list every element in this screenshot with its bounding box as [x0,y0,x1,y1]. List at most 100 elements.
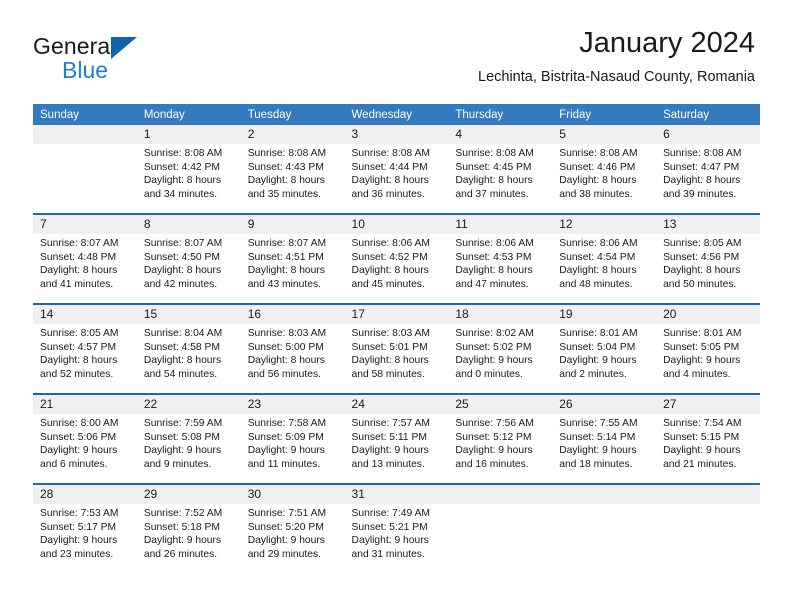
calendar-day-cell[interactable]: 2 Sunrise: 8:08 AM Sunset: 4:43 PM Daylight… [240,125,345,214]
calendar-day-cell[interactable]: 5 Sunrise: 8:08 AM Sunset: 4:46 PM Daylight… [552,125,657,214]
weekday-header-monday: Monday [136,104,241,125]
calendar-day-cell[interactable]: 1 Sunrise: 8:08 AM Sunset: 4:42 PM Daylight… [136,125,241,214]
calendar-day-cell[interactable]: 16 Sunrise: 8:03 AM Sunset: 5:00 PM Dayligh… [240,303,345,394]
day-details: Sunrise: 8:01 AM Sunset: 5:05 PM Daylight:… [656,324,760,381]
sunset-text: Sunset: 4:51 PM [247,251,324,263]
day-details: Sunrise: 8:05 AM Sunset: 4:57 PM Daylight:… [33,324,137,381]
calendar-day-cell[interactable]: 24 Sunrise: 7:57 AM Sunset: 5:11 PM Dayligh… [344,393,449,484]
calendar-header-row: Sunday Monday Tuesday Wednesday Thursday… [33,104,760,125]
sunrise-text: Sunrise: 8:08 AM [455,148,534,159]
day-number: 9 [240,215,345,234]
sunrise-text: Sunrise: 7:57 AM [351,418,430,429]
calendar-day-cell[interactable]: 28 Sunrise: 7:53 AM Sunset: 5:17 PM Dayligh… [33,483,137,573]
sunrise-text: Sunrise: 8:04 AM [143,328,223,339]
sunset-text: Sunset: 5:06 PM [40,431,117,443]
calendar-day-cell[interactable]: 18 Sunrise: 8:02 AM Sunset: 5:02 PM Dayligh… [448,303,553,394]
sunset-text: Sunset: 5:15 PM [663,431,740,443]
calendar-day-cell[interactable]: 13 Sunrise: 8:05 AM Sunset: 4:56 PM Dayligh… [656,213,760,304]
logo-triangle-icon [111,37,137,59]
daylight-text: Daylight: 8 hours and 34 minutes. [143,175,222,200]
day-number: 21 [33,395,137,414]
day-details: Sunrise: 8:03 AM Sunset: 5:00 PM Daylight:… [241,324,345,381]
day-details: Sunrise: 7:51 AM Sunset: 5:20 PM Daylight:… [241,504,345,561]
sunset-text: Sunset: 4:47 PM [663,161,740,173]
calendar-day-cell[interactable]: 4 Sunrise: 8:08 AM Sunset: 4:45 PM Daylight… [448,125,553,214]
day-number: 1 [136,125,241,144]
calendar-day-cell[interactable]: 12 Sunrise: 8:06 AM Sunset: 4:54 PM Dayligh… [552,213,657,304]
day-number: 25 [448,395,553,414]
calendar-day-cell[interactable]: 21 Sunrise: 8:00 AM Sunset: 5:06 PM Dayligh… [33,393,137,484]
sunrise-text: Sunrise: 8:00 AM [40,418,119,429]
calendar-day-cell[interactable]: 20 Sunrise: 8:01 AM Sunset: 5:05 PM Dayligh… [656,303,760,394]
sunrise-text: Sunrise: 7:56 AM [455,418,534,429]
sunset-text: Sunset: 5:20 PM [247,521,324,533]
day-number: 28 [33,485,137,504]
calendar-day-cell-empty [448,483,553,573]
sunset-text: Sunset: 4:52 PM [351,251,428,263]
sunrise-text: Sunrise: 8:06 AM [559,238,638,249]
weekday-header-thursday: Thursday [448,104,553,125]
calendar-day-cell[interactable]: 25 Sunrise: 7:56 AM Sunset: 5:12 PM Dayligh… [448,393,553,484]
sunrise-text: Sunrise: 8:07 AM [40,238,119,249]
day-number: 19 [552,305,657,324]
calendar-week-row: 28 Sunrise: 7:53 AM Sunset: 5:17 PM Dayligh… [33,483,760,573]
day-details: Sunrise: 8:08 AM Sunset: 4:46 PM Daylight:… [552,144,656,201]
day-details: Sunrise: 8:05 AM Sunset: 4:56 PM Daylight:… [656,234,760,291]
calendar-day-cell[interactable]: 27 Sunrise: 7:54 AM Sunset: 5:15 PM Dayligh… [656,393,760,484]
daylight-text: Daylight: 8 hours and 39 minutes. [663,175,741,200]
sunset-text: Sunset: 4:53 PM [455,251,532,263]
sunrise-text: Sunrise: 8:06 AM [351,238,430,249]
calendar-day-cell[interactable]: 8 Sunrise: 8:07 AM Sunset: 4:50 PM Daylight… [136,213,241,304]
sunrise-text: Sunrise: 7:49 AM [351,508,430,519]
sunset-text: Sunset: 4:46 PM [559,161,636,173]
calendar-day-cell[interactable]: 14 Sunrise: 8:05 AM Sunset: 4:57 PM Dayligh… [33,303,137,394]
sunset-text: Sunset: 5:18 PM [143,521,220,533]
day-details: Sunrise: 8:06 AM Sunset: 4:52 PM Daylight:… [345,234,449,291]
sunset-text: Sunset: 5:21 PM [351,521,428,533]
calendar-day-cell[interactable]: 7 Sunrise: 8:07 AM Sunset: 4:48 PM Daylight… [33,213,137,304]
calendar-day-cell[interactable]: 6 Sunrise: 8:08 AM Sunset: 4:47 PM Daylight… [656,125,760,214]
calendar-day-cell[interactable]: 29 Sunrise: 7:52 AM Sunset: 5:18 PM Dayligh… [136,483,241,573]
calendar-day-cell[interactable]: 26 Sunrise: 7:55 AM Sunset: 5:14 PM Dayligh… [552,393,657,484]
calendar-day-cell[interactable]: 22 Sunrise: 7:59 AM Sunset: 5:08 PM Dayligh… [136,393,241,484]
sunrise-text: Sunrise: 8:08 AM [559,148,638,159]
day-number [33,125,137,144]
calendar-day-cell[interactable]: 10 Sunrise: 8:06 AM Sunset: 4:52 PM Dayligh… [344,213,449,304]
sunset-text: Sunset: 4:44 PM [351,161,428,173]
calendar-day-cell[interactable]: 9 Sunrise: 8:07 AM Sunset: 4:51 PM Daylight… [240,213,345,304]
sunrise-text: Sunrise: 7:58 AM [247,418,327,429]
sunrise-text: Sunrise: 7:52 AM [143,508,223,519]
calendar-day-cell[interactable]: 17 Sunrise: 8:03 AM Sunset: 5:01 PM Dayligh… [344,303,449,394]
page-title: January 2024 [579,27,755,59]
sunset-text: Sunset: 5:08 PM [143,431,220,443]
day-details: Sunrise: 8:07 AM Sunset: 4:48 PM Daylight:… [33,234,137,291]
calendar-day-cell[interactable]: 30 Sunrise: 7:51 AM Sunset: 5:20 PM Dayligh… [240,483,345,573]
daylight-text: Daylight: 9 hours and 26 minutes. [143,535,222,560]
day-details: Sunrise: 7:56 AM Sunset: 5:12 PM Daylight:… [448,414,552,471]
calendar-day-cell[interactable]: 31 Sunrise: 7:49 AM Sunset: 5:21 PM Dayligh… [344,483,449,573]
calendar-day-cell[interactable]: 15 Sunrise: 8:04 AM Sunset: 4:58 PM Dayligh… [136,303,241,394]
sunrise-text: Sunrise: 7:55 AM [559,418,638,429]
calendar-day-cell[interactable]: 11 Sunrise: 8:06 AM Sunset: 4:53 PM Dayligh… [448,213,553,304]
day-number [552,485,657,504]
calendar-week-row: 14 Sunrise: 8:05 AM Sunset: 4:57 PM Dayligh… [33,303,760,394]
sunset-text: Sunset: 4:54 PM [559,251,636,263]
day-details: Sunrise: 8:08 AM Sunset: 4:47 PM Daylight:… [656,144,760,201]
daylight-text: Daylight: 9 hours and 2 minutes. [559,355,637,380]
day-details: Sunrise: 7:55 AM Sunset: 5:14 PM Daylight:… [552,414,656,471]
sunset-text: Sunset: 4:43 PM [247,161,324,173]
logo-text-general: General [33,33,116,59]
calendar-day-cell[interactable]: 23 Sunrise: 7:58 AM Sunset: 5:09 PM Dayligh… [240,393,345,484]
calendar-day-cell[interactable]: 3 Sunrise: 8:08 AM Sunset: 4:44 PM Daylight… [344,125,449,214]
day-details: Sunrise: 7:53 AM Sunset: 5:17 PM Daylight:… [33,504,137,561]
sunset-text: Sunset: 5:09 PM [247,431,324,443]
day-number: 24 [344,395,449,414]
day-number [656,485,760,504]
day-number: 5 [552,125,657,144]
day-details: Sunrise: 8:07 AM Sunset: 4:51 PM Daylight:… [241,234,345,291]
calendar-day-cell[interactable]: 19 Sunrise: 8:01 AM Sunset: 5:04 PM Dayligh… [552,303,657,394]
daylight-text: Daylight: 9 hours and 23 minutes. [40,535,118,560]
daylight-text: Daylight: 9 hours and 18 minutes. [559,445,637,470]
day-number: 17 [344,305,449,324]
calendar-day-cell-empty [656,483,760,573]
